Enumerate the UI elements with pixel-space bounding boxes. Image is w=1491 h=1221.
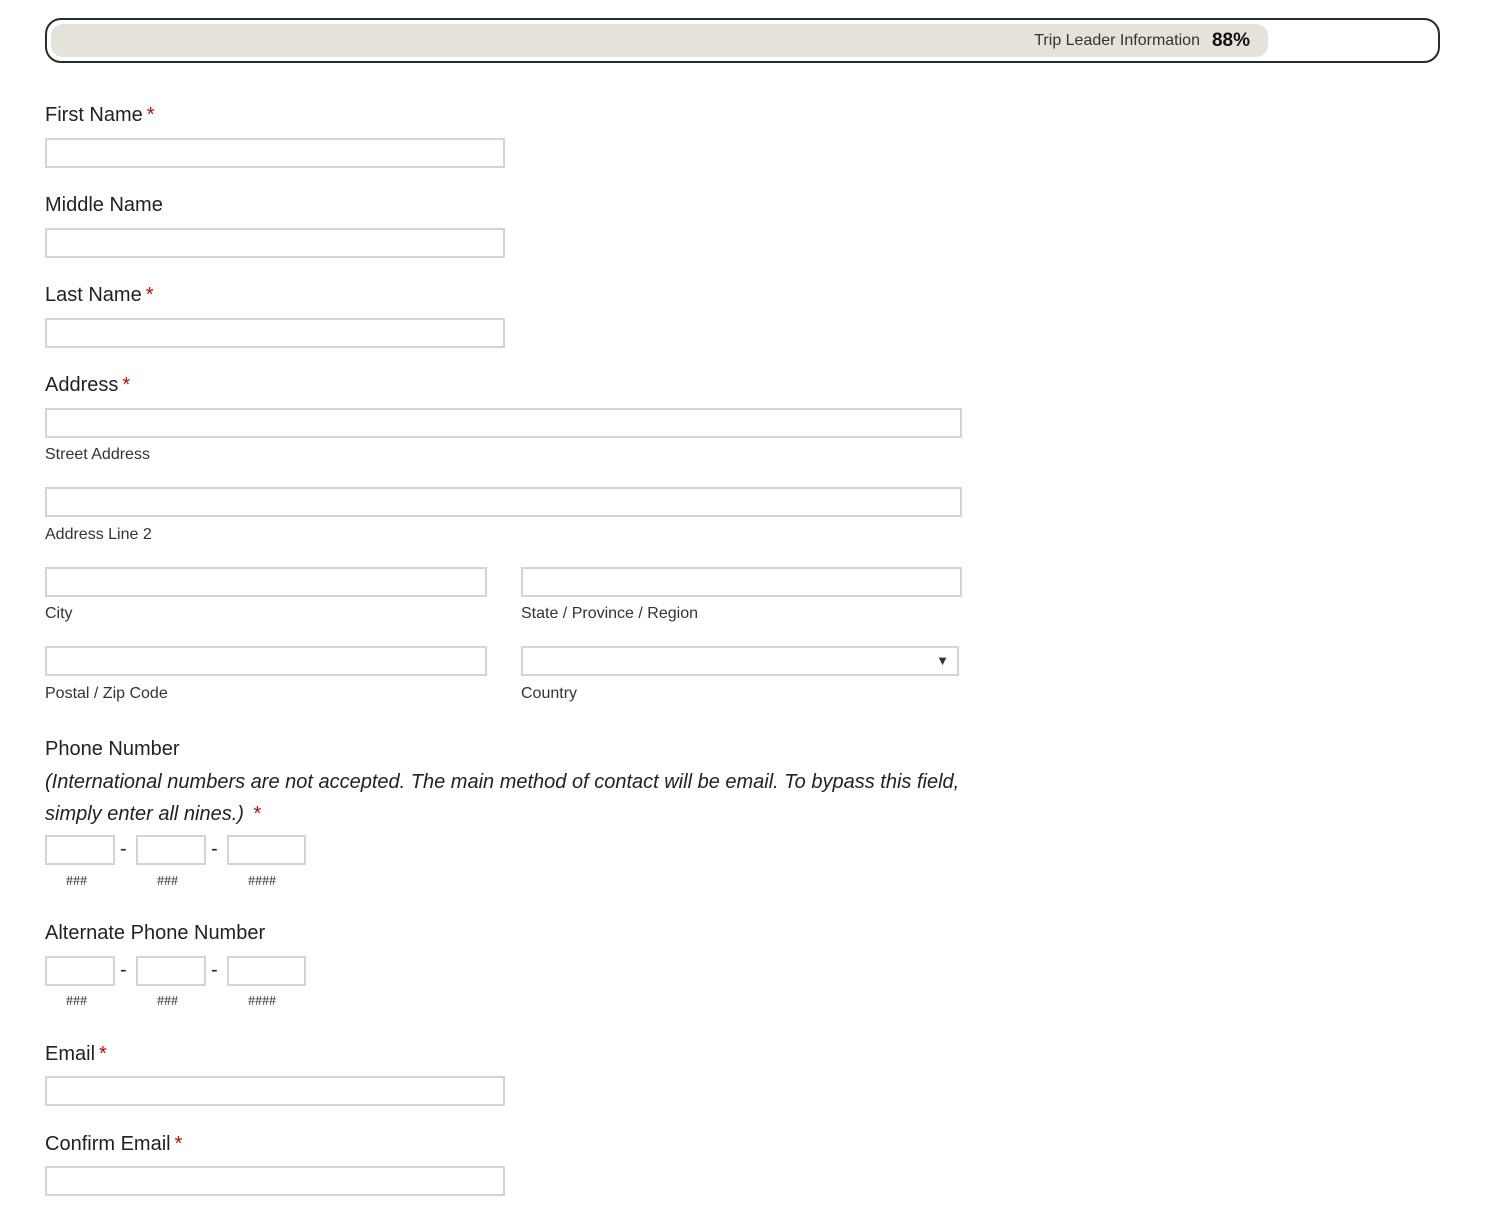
postal-code-label: Postal / Zip Code [45, 685, 168, 702]
required-mark: * [122, 374, 131, 396]
phone-area-hint: ### [66, 874, 87, 889]
country-select[interactable]: ▼ [521, 646, 959, 676]
phone-prefix-hint: ### [157, 874, 178, 889]
last-name-input[interactable] [45, 318, 505, 348]
phone-separator: - [211, 838, 218, 860]
required-mark: * [146, 104, 155, 126]
state-input[interactable] [521, 567, 962, 597]
city-label: City [45, 605, 73, 622]
alt-phone-line-input[interactable] [227, 956, 306, 986]
progress-fill: Trip Leader Information 88% [51, 24, 1268, 57]
required-mark: * [99, 1043, 107, 1065]
progress-percent: 88% [1211, 29, 1250, 51]
middle-name-input[interactable] [45, 228, 505, 258]
street-address-label: Street Address [45, 446, 150, 463]
street-address-input[interactable] [45, 408, 962, 438]
alt-phone-area-input[interactable] [45, 956, 115, 986]
email-label-text: Email [45, 1043, 96, 1065]
alt-phone-label: Alternate Phone Number [45, 922, 266, 944]
email-input[interactable] [45, 1076, 505, 1106]
postal-code-input[interactable] [45, 646, 487, 676]
phone-label: Phone Number [45, 738, 180, 760]
last-name-label: Last Name * [45, 284, 154, 307]
required-mark: * [145, 284, 154, 306]
progress-bar: Trip Leader Information 88% [45, 18, 1440, 63]
state-label: State / Province / Region [521, 605, 698, 622]
phone-line-input[interactable] [227, 835, 306, 865]
email-label: Email * [45, 1043, 107, 1066]
confirm-email-input[interactable] [45, 1166, 505, 1196]
first-name-label-text: First Name [45, 104, 143, 126]
phone-note: (International numbers are not accepted.… [45, 766, 975, 830]
alt-phone-prefix-input[interactable] [136, 956, 206, 986]
alt-phone-area-hint: ### [66, 994, 87, 1009]
city-input[interactable] [45, 567, 487, 597]
middle-name-label: Middle Name [45, 194, 163, 217]
country-label: Country [521, 685, 578, 702]
address-line2-input[interactable] [45, 487, 962, 517]
required-mark: * [253, 803, 262, 825]
phone-separator: - [120, 838, 127, 860]
last-name-label-text: Last Name [45, 284, 142, 306]
confirm-email-label: Confirm Email * [45, 1133, 182, 1156]
address-line2-label: Address Line 2 [45, 526, 152, 543]
required-mark: * [174, 1133, 183, 1155]
alt-phone-separator: - [120, 959, 127, 981]
middle-name-label-text: Middle Name [45, 194, 163, 216]
phone-area-input[interactable] [45, 835, 115, 865]
alt-phone-separator: - [211, 959, 218, 981]
alt-phone-prefix-hint: ### [157, 994, 178, 1009]
chevron-down-icon: ▼ [936, 653, 949, 668]
first-name-input[interactable] [45, 138, 505, 168]
progress-label: Trip Leader Information [1034, 31, 1200, 49]
first-name-label: First Name * [45, 104, 155, 127]
address-label: Address * [45, 374, 130, 397]
address-label-text: Address [45, 374, 119, 396]
alt-phone-line-hint: #### [248, 994, 276, 1009]
phone-note-text: (International numbers are not accepted.… [45, 771, 960, 825]
phone-line-hint: #### [248, 874, 276, 889]
phone-prefix-input[interactable] [136, 835, 206, 865]
confirm-email-label-text: Confirm Email [45, 1133, 171, 1155]
